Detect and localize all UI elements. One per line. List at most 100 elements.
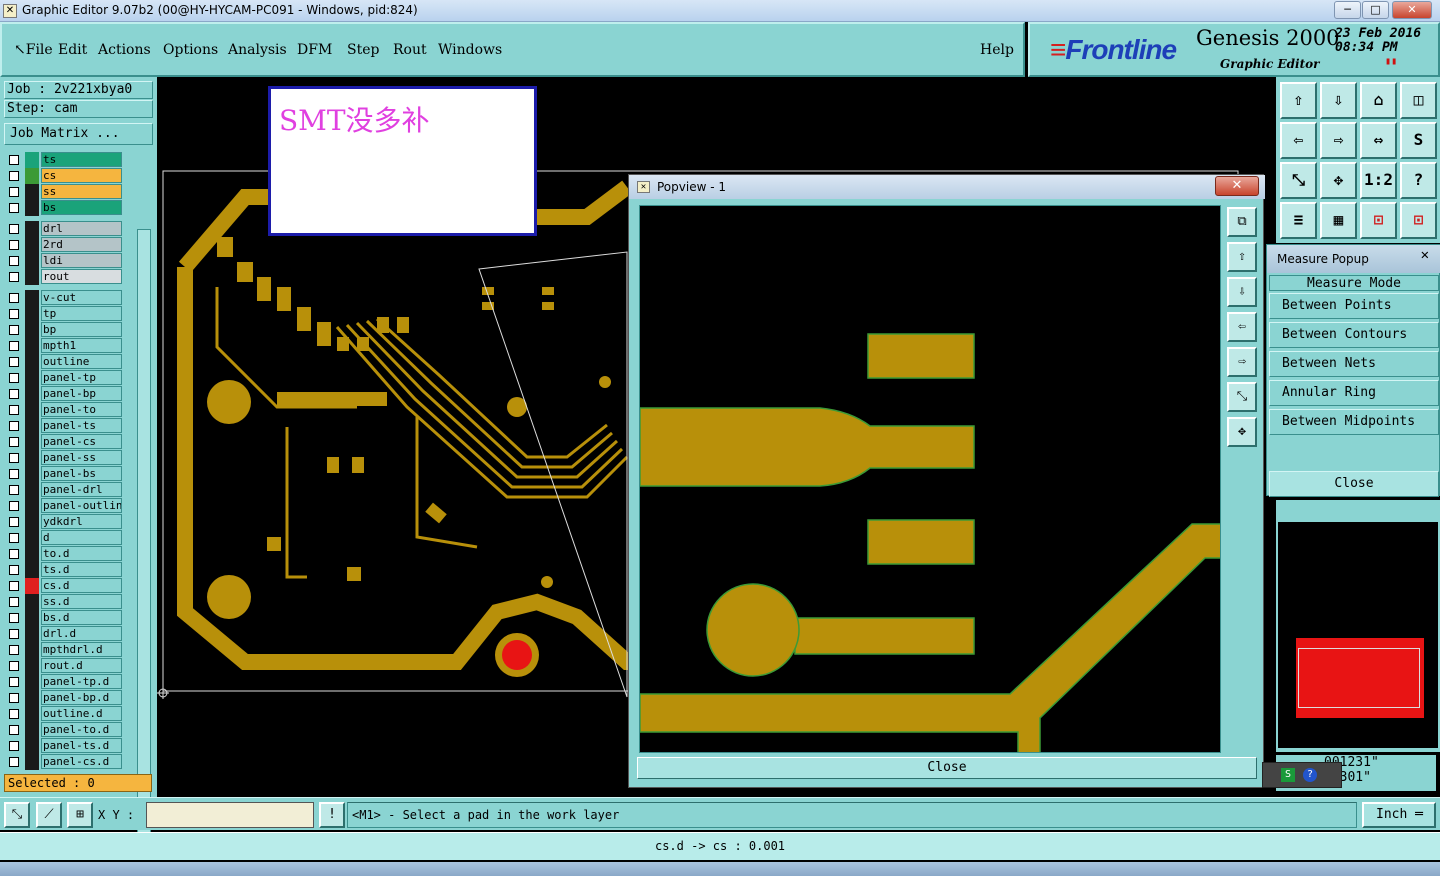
layer-checkbox[interactable] <box>9 661 19 671</box>
layer-row[interactable]: panel-drl <box>6 482 124 498</box>
ratio-icon[interactable]: 1:2 <box>1360 162 1397 199</box>
mirror-icon[interactable]: ⇔ <box>1360 122 1397 159</box>
layer-row[interactable]: drl.d <box>6 626 124 642</box>
move-up-icon[interactable]: ⇧ <box>1280 82 1317 119</box>
menu-dfm[interactable]: DFM <box>297 42 332 58</box>
popview-tool-right-icon[interactable]: ⇨ <box>1227 347 1257 377</box>
layer-row[interactable]: panel-bs <box>6 466 124 482</box>
layer-row[interactable]: 2rd <box>6 237 124 253</box>
center-icon[interactable]: ✥ <box>1320 162 1357 199</box>
layer-row[interactable]: d <box>6 530 124 546</box>
menu-file[interactable]: ↖File <box>14 42 53 58</box>
layer-row[interactable]: bs.d <box>6 610 124 626</box>
layer-checkbox[interactable] <box>9 187 19 197</box>
ime-s-icon[interactable]: S <box>1281 768 1295 782</box>
menu-edit[interactable]: Edit <box>58 42 87 58</box>
snap-icon[interactable]: S <box>1400 122 1437 159</box>
menu-help[interactable]: Help <box>980 42 1014 58</box>
layer-row[interactable]: mpth1 <box>6 338 124 354</box>
pan-left-icon[interactable]: ⇦ <box>1280 122 1317 159</box>
layer-checkbox[interactable] <box>9 517 19 527</box>
layer-row[interactable]: v-cut <box>6 290 124 306</box>
layer-checkbox[interactable] <box>9 549 19 559</box>
layer-row[interactable]: ydkdrl <box>6 514 124 530</box>
layer-row[interactable]: cs <box>6 168 124 184</box>
units-select[interactable]: Inch ═ <box>1362 802 1436 828</box>
layer-scrollbar[interactable] <box>137 229 151 847</box>
zoom-pad-1[interactable] <box>867 333 975 379</box>
layer-checkbox[interactable] <box>9 256 19 266</box>
layer-checkbox[interactable] <box>9 437 19 447</box>
layer-row[interactable]: panel-bp.d <box>6 690 124 706</box>
popview-tool-down-icon[interactable]: ⇩ <box>1227 277 1257 307</box>
layer-checkbox[interactable] <box>9 293 19 303</box>
grid-icon[interactable]: ⊞ <box>67 802 93 828</box>
layers-b-icon[interactable]: ⊡ <box>1400 202 1437 239</box>
minimize-button[interactable]: ─ <box>1334 1 1361 19</box>
popview-close-icon[interactable]: ✕ <box>1215 176 1259 196</box>
help-icon[interactable]: ? <box>1400 162 1437 199</box>
layer-checkbox[interactable] <box>9 453 19 463</box>
zoom-draw-icon[interactable]: ⟋ <box>36 802 62 828</box>
measure-close-button[interactable]: Close <box>1269 471 1439 497</box>
menu-actions[interactable]: Actions <box>98 42 151 58</box>
maximize-button[interactable]: □ <box>1362 1 1389 19</box>
menu-analysis[interactable]: Analysis <box>228 42 287 58</box>
layer-row[interactable]: rout.d <box>6 658 124 674</box>
layer-checkbox[interactable] <box>9 501 19 511</box>
layer-checkbox[interactable] <box>9 240 19 250</box>
layer-checkbox[interactable] <box>9 224 19 234</box>
layer-checkbox[interactable] <box>9 389 19 399</box>
layer-checkbox[interactable] <box>9 485 19 495</box>
zoom-box-icon[interactable]: ⤡ <box>4 802 30 828</box>
layer-checkbox[interactable] <box>9 693 19 703</box>
layer-checkbox[interactable] <box>9 469 19 479</box>
menu-options[interactable]: Options <box>163 42 218 58</box>
layer-row[interactable]: tp <box>6 306 124 322</box>
layer-checkbox[interactable] <box>9 597 19 607</box>
menu-step[interactable]: Step <box>347 42 379 58</box>
layer-row[interactable]: ss.d <box>6 594 124 610</box>
layer-checkbox[interactable] <box>9 581 19 591</box>
layer-checkbox[interactable] <box>9 373 19 383</box>
popview-tool-up-icon[interactable]: ⇧ <box>1227 242 1257 272</box>
layer-checkbox[interactable] <box>9 405 19 415</box>
move-down-icon[interactable]: ⇩ <box>1320 82 1357 119</box>
layer-row[interactable]: ldi <box>6 253 124 269</box>
popview-tool-fit-icon[interactable]: ⤡ <box>1227 382 1257 412</box>
layer-row[interactable]: bs <box>6 200 124 216</box>
popview-tool-left-icon[interactable]: ⇦ <box>1227 312 1257 342</box>
warning-icon[interactable]: ! <box>319 802 345 828</box>
fit-icon[interactable]: ⤡ <box>1280 162 1317 199</box>
ime-help-icon[interactable]: ? <box>1303 768 1317 782</box>
layer-row[interactable]: ts.d <box>6 562 124 578</box>
red-pad[interactable] <box>502 640 532 670</box>
layer-checkbox[interactable] <box>9 741 19 751</box>
layer-checkbox[interactable] <box>9 272 19 282</box>
layer-checkbox[interactable] <box>9 629 19 639</box>
layer-row[interactable]: panel-tp <box>6 370 124 386</box>
layer-checkbox[interactable] <box>9 325 19 335</box>
layer-row[interactable]: panel-cs <box>6 434 124 450</box>
measure-between-points[interactable]: Between Points <box>1269 293 1439 319</box>
layer-row[interactable]: panel-to.d <box>6 722 124 738</box>
job-matrix-button[interactable]: Job Matrix ... <box>4 123 153 145</box>
pan-right-icon[interactable]: ⇨ <box>1320 122 1357 159</box>
xy-input[interactable] <box>146 802 314 828</box>
zoom-pad-3[interactable] <box>867 519 975 565</box>
layer-checkbox[interactable] <box>9 677 19 687</box>
popview-canvas[interactable] <box>639 205 1221 753</box>
layer-row[interactable]: panel-ts <box>6 418 124 434</box>
mini-map[interactable] <box>1278 522 1438 748</box>
layer-checkbox[interactable] <box>9 613 19 623</box>
layer-row[interactable]: panel-ts.d <box>6 738 124 754</box>
layer-row[interactable]: panel-to <box>6 402 124 418</box>
menu-windows[interactable]: Windows <box>438 42 502 58</box>
layer-checkbox[interactable] <box>9 645 19 655</box>
layer-row[interactable]: panel-ss <box>6 450 124 466</box>
layer-row[interactable]: panel-cs.d <box>6 754 124 770</box>
layer-checkbox[interactable] <box>9 309 19 319</box>
zoom-pad-2[interactable] <box>640 407 975 487</box>
layer-checkbox[interactable] <box>9 171 19 181</box>
layer-checkbox[interactable] <box>9 421 19 431</box>
